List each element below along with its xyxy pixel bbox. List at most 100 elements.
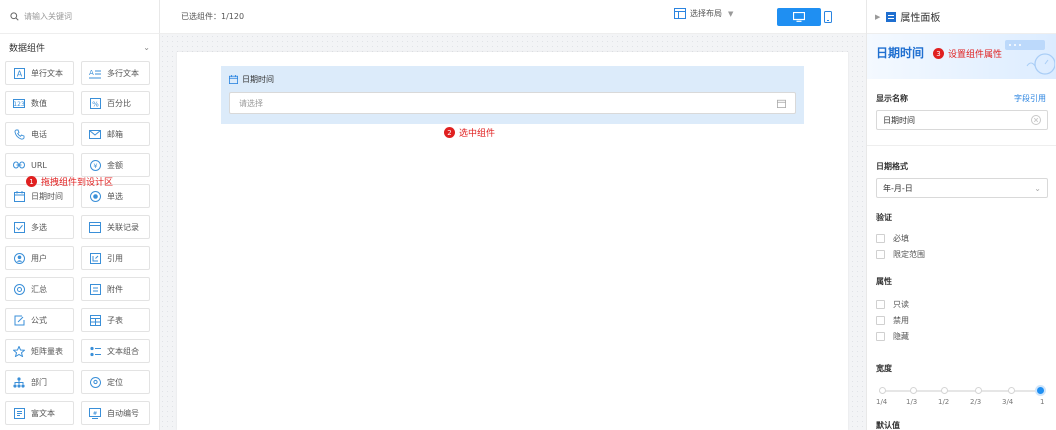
percent-icon: % xyxy=(89,97,101,109)
required-checkbox[interactable]: 必填 xyxy=(876,233,909,244)
component-multi-text[interactable]: A 多行文本 xyxy=(81,61,150,85)
checkbox[interactable] xyxy=(876,300,885,309)
formula-icon xyxy=(13,314,25,326)
layout-select[interactable]: 选择布局 ▼ xyxy=(674,8,733,19)
component-reference[interactable]: 引用 xyxy=(81,246,150,270)
checkbox-icon xyxy=(13,221,25,233)
selected-count: 已选组件：1/120 xyxy=(181,12,245,21)
svg-text:#: # xyxy=(93,410,98,416)
component-auto-number[interactable]: # 自动编号 xyxy=(81,401,150,425)
field-ref-link[interactable]: 字段引用 xyxy=(1014,93,1046,104)
collapse-icon[interactable]: ▶ xyxy=(875,13,880,21)
date-placeholder: 请选择 xyxy=(239,98,263,108)
disabled-checkbox[interactable]: 禁用 xyxy=(876,315,909,326)
component-user[interactable]: 用户 xyxy=(5,246,74,270)
component-text-combo[interactable]: 文本组合 xyxy=(81,339,150,363)
svg-text:%: % xyxy=(92,100,99,108)
matrix-icon xyxy=(13,345,25,357)
selected-datetime-field[interactable]: 日期时间 请选择 xyxy=(221,66,804,124)
component-relation[interactable]: 关联记录 xyxy=(81,215,150,239)
attributes-label: 属性 xyxy=(876,277,892,286)
component-url[interactable]: URL xyxy=(5,153,74,177)
slider-stop[interactable] xyxy=(975,387,982,394)
hidden-checkbox[interactable]: 隐藏 xyxy=(876,331,909,342)
radio-icon xyxy=(89,190,101,202)
component-summary[interactable]: 汇总 xyxy=(5,277,74,301)
component-subtable[interactable]: 子表 xyxy=(81,308,150,332)
location-icon xyxy=(89,376,101,388)
svg-text:A: A xyxy=(89,69,94,77)
component-formula[interactable]: 公式 xyxy=(5,308,74,332)
readonly-checkbox[interactable]: 只读 xyxy=(876,299,909,310)
date-picker-input[interactable]: 请选择 xyxy=(229,92,796,114)
display-name-value: 日期时间 xyxy=(883,115,915,125)
component-email[interactable]: 邮箱 xyxy=(81,122,150,146)
component-title: 日期时间 xyxy=(876,46,925,60)
search-input[interactable]: 请输入关键词 xyxy=(24,11,72,22)
property-panel: ▶ 属性面板 日期时间 3 设置组件属性 显示名称 字段引用 日期时间 日期格式… xyxy=(866,0,1056,430)
component-checkbox[interactable]: 多选 xyxy=(5,215,74,239)
field-label: 日期时间 xyxy=(229,74,274,85)
checkbox[interactable] xyxy=(876,234,885,243)
reference-icon xyxy=(89,252,101,264)
checkbox[interactable] xyxy=(876,332,885,341)
date-format-select[interactable]: 年-月-日 ⌄ xyxy=(876,178,1048,198)
layout-label: 选择布局 xyxy=(690,9,722,18)
component-department[interactable]: 部门 xyxy=(5,370,74,394)
component-matrix[interactable]: 矩阵量表 xyxy=(5,339,74,363)
range-checkbox[interactable]: 限定范围 xyxy=(876,249,925,260)
property-panel-header[interactable]: ▶ 属性面板 xyxy=(867,0,1056,34)
mobile-icon xyxy=(824,11,832,23)
component-phone[interactable]: 电话 xyxy=(5,122,74,146)
calendar-icon xyxy=(13,190,25,202)
svg-text:¥: ¥ xyxy=(93,162,97,170)
subtable-icon xyxy=(89,314,101,326)
text-combo-icon xyxy=(89,345,101,357)
summary-icon xyxy=(13,283,25,295)
slider-handle[interactable] xyxy=(1035,385,1046,396)
date-format-value: 年-月-日 xyxy=(883,183,913,193)
display-name-input[interactable]: 日期时间 xyxy=(876,110,1048,130)
component-number[interactable]: 123 数值 xyxy=(5,91,74,115)
component-panel: 数据组件 ⌄ A 单行文本 A 多行文本 123 数值 % 百分比 电话 邮箱 URL … xyxy=(0,34,160,430)
checkbox[interactable] xyxy=(876,250,885,259)
mail-icon xyxy=(89,128,101,140)
component-location[interactable]: 定位 xyxy=(81,370,150,394)
divider xyxy=(867,145,1056,146)
display-name-label: 显示名称 xyxy=(876,94,908,103)
desktop-icon xyxy=(793,12,805,22)
checkbox[interactable] xyxy=(876,316,885,325)
width-slider[interactable] xyxy=(879,385,1046,396)
component-percent[interactable]: % 百分比 xyxy=(81,91,150,115)
component-attachment[interactable]: 附件 xyxy=(81,277,150,301)
calendar-icon xyxy=(229,75,238,84)
multiline-text-icon: A xyxy=(89,67,101,79)
department-icon xyxy=(13,376,25,388)
component-group-header[interactable]: 数据组件 ⌄ xyxy=(0,34,159,60)
group-title: 数据组件 xyxy=(9,43,46,54)
caret-down-icon: ▼ xyxy=(728,9,734,18)
svg-text:123: 123 xyxy=(13,101,25,108)
desktop-view-button[interactable] xyxy=(777,8,821,26)
slider-stop[interactable] xyxy=(879,387,886,394)
component-rich-text[interactable]: 富文本 xyxy=(5,401,74,425)
text-icon: A xyxy=(13,67,25,79)
slider-stop[interactable] xyxy=(910,387,917,394)
money-icon: ¥ xyxy=(89,159,101,171)
mobile-view-button[interactable] xyxy=(818,8,838,26)
component-money[interactable]: ¥ 金额 xyxy=(81,153,150,177)
slider-stop[interactable] xyxy=(941,387,948,394)
search-icon xyxy=(10,12,19,21)
attachment-icon xyxy=(89,283,101,295)
clear-icon[interactable] xyxy=(1031,115,1041,125)
component-single-text[interactable]: A 单行文本 xyxy=(5,61,74,85)
number-icon: 123 xyxy=(13,97,25,109)
slider-track xyxy=(879,390,1044,392)
form-canvas[interactable]: 日期时间 请选择 xyxy=(177,52,848,430)
default-value-label: 默认值 xyxy=(876,421,900,430)
slider-stop[interactable] xyxy=(1008,387,1015,394)
chevron-down-icon[interactable]: ⌄ xyxy=(143,43,150,52)
link-icon xyxy=(13,159,25,171)
component-search[interactable]: 请输入关键词 xyxy=(0,0,160,34)
calendar-icon xyxy=(777,99,786,108)
